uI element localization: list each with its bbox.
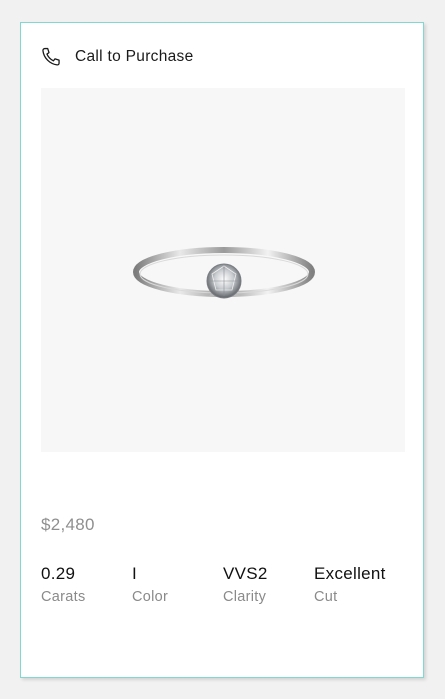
- price: $2,480: [41, 515, 95, 534]
- spec-clarity: VVS2 Clarity: [223, 564, 314, 605]
- spec-label: Clarity: [223, 589, 267, 605]
- specs-row: 0.29 Carats I Color VVS2 Clarity Excelle…: [41, 564, 411, 605]
- spec-value: 0.29: [41, 564, 76, 583]
- product-card: Call to Purchase $2,480 0.29 Carats I Co…: [20, 22, 424, 678]
- page-background: Call to Purchase $2,480 0.29 Carats I Co…: [0, 0, 445, 699]
- spec-value: I: [132, 564, 138, 583]
- call-to-purchase-label: Call to Purchase: [75, 48, 194, 65]
- call-to-purchase-link[interactable]: Call to Purchase: [40, 46, 194, 68]
- spec-value: VVS2: [223, 564, 268, 583]
- spec-carats: 0.29 Carats: [41, 564, 132, 605]
- spec-color: I Color: [132, 564, 223, 605]
- solitaire-ring-image: [133, 247, 315, 299]
- phone-icon: [40, 46, 62, 68]
- product-image[interactable]: [41, 88, 405, 452]
- spec-value: Excellent: [314, 564, 386, 583]
- spec-cut: Excellent Cut: [314, 564, 405, 605]
- spec-label: Carats: [41, 589, 86, 605]
- spec-label: Color: [132, 589, 169, 605]
- spec-label: Cut: [314, 589, 338, 605]
